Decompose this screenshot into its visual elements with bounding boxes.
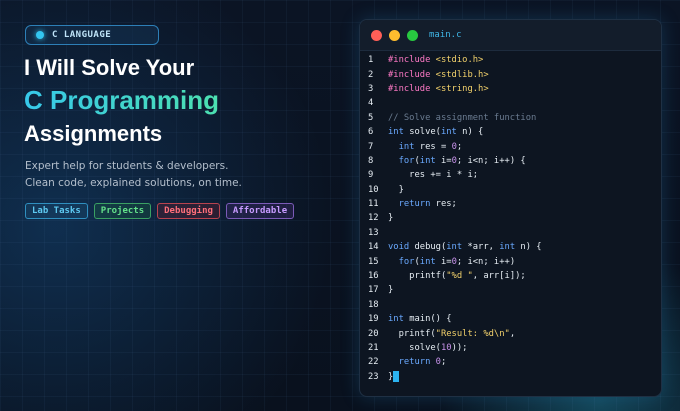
badge-label: C LANGUAGE (52, 30, 112, 40)
line-number: 6 (368, 127, 374, 138)
code-text: } (388, 213, 394, 224)
code-line: 17} (360, 283, 661, 297)
line-number: 11 (368, 199, 379, 210)
code-text: int solve(int n) { (388, 127, 484, 138)
code-text: #include <string.h> (388, 83, 489, 94)
code-text: } (388, 184, 404, 195)
code-line: 9 res += i * i; (360, 168, 661, 182)
line-number: 17 (368, 285, 379, 296)
heading-line-3: Assignments (24, 121, 163, 146)
code-line: 13 (360, 226, 661, 240)
code-line: 5 // Solve assignment function (360, 111, 661, 125)
line-number: 3 (368, 83, 374, 94)
code-line: 6 int solve(int n) { (360, 125, 661, 139)
code-line: 15 for(int i=0; i<n; i++) (360, 254, 661, 268)
code-line: 4 (360, 96, 661, 110)
code-line: 10 } (360, 183, 661, 197)
line-number: 9 (368, 170, 374, 181)
line-number: 7 (368, 141, 374, 152)
line-number: 22 (368, 357, 379, 368)
line-number: 23 (368, 371, 379, 382)
tag-affordable: Affordable (225, 203, 295, 219)
tag-projects: Projects (93, 203, 152, 219)
line-number: 1 (368, 55, 374, 66)
tag-lab-tasks: Lab Tasks (25, 203, 88, 219)
code-text: } (388, 371, 400, 383)
code-text: return res; (388, 199, 457, 210)
code-text: void debug(int *arr, int n) { (388, 242, 542, 253)
code-text: solve(10)); (388, 343, 468, 353)
line-number: 5 (368, 112, 374, 123)
code-text: res += i * i; (388, 170, 479, 181)
maximize-window-icon[interactable] (407, 29, 418, 41)
line-number: 2 (368, 69, 374, 80)
line-number: 15 (368, 256, 379, 267)
line-number: 4 (368, 98, 374, 109)
code-text: return 0; (388, 357, 447, 368)
line-number: 20 (368, 328, 379, 339)
badge-dot-icon (36, 31, 44, 39)
code-area[interactable]: 1 #include <stdio.h> 2 #include <stdlib.h> 3… (360, 53, 661, 384)
line-number: 19 (368, 314, 379, 325)
line-number: 14 (368, 242, 379, 253)
code-line: 7 int res = 0; (360, 139, 661, 153)
line-number: 13 (368, 227, 379, 238)
code-line: 12} (360, 211, 661, 225)
code-line: 23} (360, 370, 661, 384)
code-line: 14 void debug(int *arr, int n) { (360, 240, 661, 254)
heading-line-1: I Will Solve Your (24, 55, 195, 80)
line-number: 8 (368, 155, 374, 166)
code-text: // Solve assignment function (388, 112, 537, 123)
editor-filename: main.c (429, 30, 462, 40)
tag-list: Lab Tasks Projects Debugging Affordable (25, 203, 295, 219)
close-window-icon[interactable] (371, 29, 382, 41)
code-text: for(int i=0; i<n; i++) { (388, 155, 526, 166)
line-number: 10 (368, 184, 379, 195)
code-text: printf("%d ", arr[i]); (388, 271, 526, 282)
code-text: } (388, 285, 394, 296)
text-cursor (393, 371, 400, 383)
minimize-window-icon[interactable] (389, 29, 400, 41)
code-line: 8 for(int i=0; i<n; i++) { (360, 154, 661, 168)
code-line: 20 printf("Result: %d\n", (360, 326, 661, 340)
code-line: 1 #include <stdio.h> (360, 53, 661, 67)
code-text: #include <stdio.h> (388, 55, 484, 66)
code-text: for(int i=0; i<n; i++) (388, 256, 516, 267)
code-editor-window: main.c 1 #include <stdio.h> 2 #include <std… (359, 19, 662, 397)
code-line: 11 return res; (360, 197, 661, 211)
code-line: 21 solve(10)); (360, 341, 661, 355)
line-number: 21 (368, 343, 379, 353)
line-number: 16 (368, 271, 379, 282)
code-text: #include <stdlib.h> (388, 69, 489, 80)
language-badge: C LANGUAGE (25, 25, 159, 45)
code-line: 19 int main() { (360, 312, 661, 326)
tag-debugging: Debugging (157, 203, 220, 219)
code-text: printf("Result: %d\n", (388, 328, 516, 339)
line-number: 18 (368, 299, 379, 310)
line-number: 12 (368, 213, 379, 224)
editor-titlebar: main.c (360, 20, 661, 51)
subtitle-line-2: Clean code, explained solutions, on time… (25, 177, 242, 189)
code-text: int res = 0; (388, 141, 463, 152)
code-line: 16 printf("%d ", arr[i]); (360, 269, 661, 283)
heading-line-2: C Programming (24, 85, 220, 115)
code-line: 3 #include <string.h> (360, 82, 661, 96)
code-text: int main() { (388, 314, 452, 325)
subtitle-line-1: Expert help for students & developers. (25, 160, 229, 172)
code-line: 2 #include <stdlib.h> (360, 67, 661, 81)
code-line: 18 (360, 298, 661, 312)
code-line: 22 return 0; (360, 355, 661, 369)
